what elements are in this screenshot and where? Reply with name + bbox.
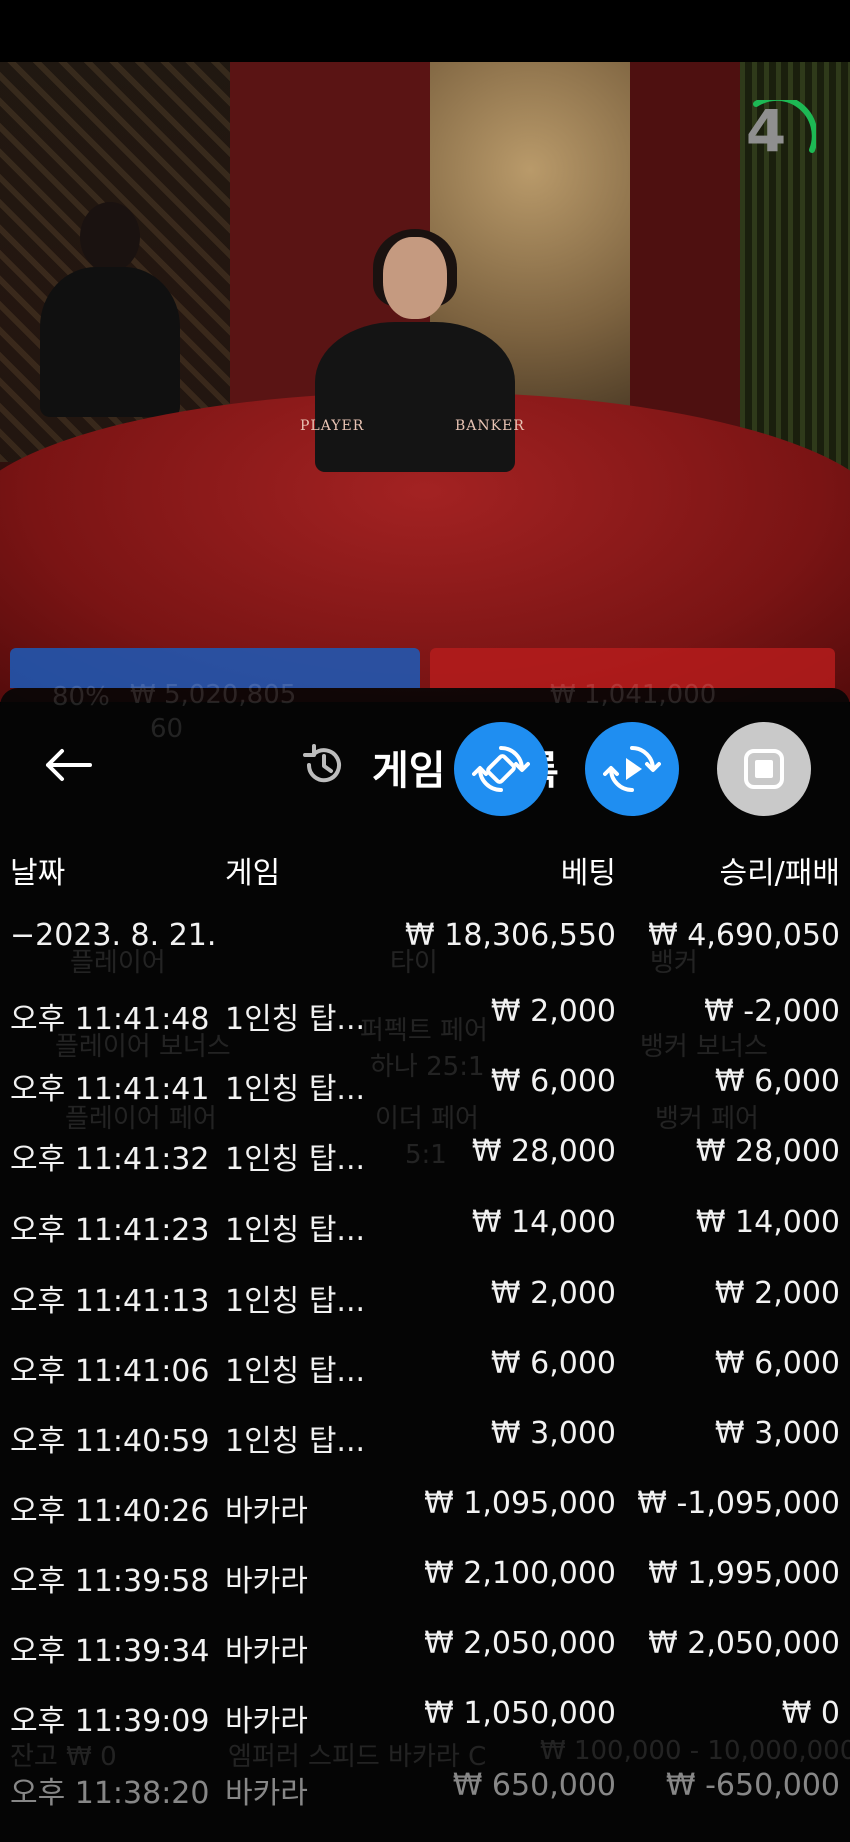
row-game: 1인칭 탑...: [225, 1213, 366, 1248]
replay-button[interactable]: [585, 722, 679, 816]
row-result: ₩ -2,000: [704, 994, 840, 1029]
row-bet: ₩ 1,050,000: [424, 1696, 616, 1731]
history-row[interactable]: 오후 11:38:20 바카라 ₩ 650,000 ₩ -650,000: [0, 1768, 850, 1838]
wall-panel-red-right: [630, 62, 750, 442]
summary-result: ₩ 4,690,050: [648, 918, 840, 953]
row-game: 바카라: [225, 1776, 308, 1811]
row-time: 오후 11:38:20: [10, 1776, 210, 1811]
ghost-player-stats: 80%: [52, 682, 110, 712]
row-time: 오후 11:40:26: [10, 1494, 210, 1529]
history-row[interactable]: 오후 11:41:41 1인칭 탑... ₩ 6,000 ₩ 6,000: [0, 1064, 850, 1134]
history-row[interactable]: 오후 11:41:48 1인칭 탑... ₩ 2,000 ₩ -2,000: [0, 994, 850, 1064]
countdown-number: 4: [745, 97, 787, 165]
header-game[interactable]: 게임: [225, 848, 280, 892]
row-bet: ₩ 6,000: [490, 1346, 616, 1381]
row-bet: ₩ 2,000: [490, 994, 616, 1029]
header-bet[interactable]: 베팅: [561, 848, 616, 892]
row-time: 오후 11:41:23: [10, 1213, 210, 1248]
row-game: 1인칭 탑...: [225, 1072, 366, 1107]
row-time: 오후 11:39:34: [10, 1634, 210, 1669]
table-label-player: PLAYER: [300, 418, 365, 434]
row-result: ₩ -650,000: [665, 1768, 840, 1803]
ghost-player-count: 60: [150, 714, 184, 744]
row-bet: ₩ 1,095,000: [424, 1486, 616, 1521]
table-label-banker: BANKER: [455, 418, 525, 434]
row-bet: ₩ 2,050,000: [424, 1626, 616, 1661]
history-row[interactable]: 오후 11:40:26 바카라 ₩ 1,095,000 ₩ -1,095,000: [0, 1486, 850, 1556]
row-result: ₩ 3,000: [714, 1416, 840, 1451]
row-bet: ₩ 6,000: [490, 1064, 616, 1099]
row-time: 오후 11:40:59: [10, 1424, 210, 1459]
row-result: ₩ 2,050,000: [648, 1626, 840, 1661]
row-bet: ₩ 2,100,000: [424, 1556, 616, 1591]
ghost-player-amount: ₩ 5,020,805: [130, 680, 297, 710]
row-bet: ₩ 14,000: [471, 1205, 616, 1240]
row-time: 오후 11:41:41: [10, 1072, 210, 1107]
ghost-banker-amount: ₩ 1,041,000: [550, 680, 717, 710]
history-row[interactable]: 오후 11:41:32 1인칭 탑... ₩ 28,000 ₩ 28,000: [0, 1134, 850, 1204]
row-result: ₩ -1,095,000: [637, 1486, 840, 1521]
row-bet: ₩ 28,000: [471, 1134, 616, 1169]
row-result: ₩ 2,000: [714, 1276, 840, 1311]
history-icon: [303, 744, 341, 783]
date-summary-row[interactable]: −2023. 8. 21. ₩ 18,306,550 ₩ 4,690,050: [0, 918, 850, 988]
row-bet: ₩ 3,000: [490, 1416, 616, 1451]
header-result[interactable]: 승리/패배: [719, 848, 840, 892]
row-game: 바카라: [225, 1564, 308, 1599]
row-game: 바카라: [225, 1634, 308, 1669]
row-time: 오후 11:41:06: [10, 1354, 210, 1389]
row-result: ₩ 1,995,000: [648, 1556, 840, 1591]
row-game: 1인칭 탑...: [225, 1424, 366, 1459]
live-video[interactable]: PLAYER BANKER: [0, 62, 850, 702]
row-bet: ₩ 650,000: [452, 1768, 616, 1803]
stop-icon: [744, 749, 784, 789]
row-result: ₩ 28,000: [695, 1134, 840, 1169]
history-row[interactable]: 오후 11:39:09 바카라 ₩ 1,050,000 ₩ 0: [0, 1696, 850, 1766]
summary-date[interactable]: −2023. 8. 21.: [10, 918, 216, 953]
dealer: [315, 229, 515, 477]
header-date[interactable]: 날짜: [10, 848, 65, 892]
rotate-button[interactable]: [454, 722, 548, 816]
history-row[interactable]: 오후 11:40:59 1인칭 탑... ₩ 3,000 ₩ 3,000: [0, 1416, 850, 1486]
row-time: 오후 11:39:58: [10, 1564, 210, 1599]
replay-icon: [603, 746, 661, 792]
row-result: ₩ 0: [781, 1696, 840, 1731]
row-time: 오후 11:41:32: [10, 1142, 210, 1177]
row-result: ₩ 14,000: [695, 1205, 840, 1240]
row-bet: ₩ 2,000: [490, 1276, 616, 1311]
row-game: 1인칭 탑...: [225, 1354, 366, 1389]
panel-title: 게임: [372, 748, 446, 794]
history-row[interactable]: 오후 11:39:34 바카라 ₩ 2,050,000 ₩ 2,050,000: [0, 1626, 850, 1696]
row-time: 오후 11:41:13: [10, 1284, 210, 1319]
rotate-icon: [472, 746, 530, 792]
row-time: 오후 11:41:48: [10, 1002, 210, 1037]
row-game: 1인칭 탑...: [225, 1284, 366, 1319]
row-result: ₩ 6,000: [714, 1346, 840, 1381]
history-row[interactable]: 오후 11:39:58 바카라 ₩ 2,100,000 ₩ 1,995,000: [0, 1556, 850, 1626]
stop-button[interactable]: [717, 722, 811, 816]
summary-bet: ₩ 18,306,550: [405, 918, 616, 953]
back-arrow-icon[interactable]: [40, 745, 96, 785]
history-row[interactable]: 오후 11:41:06 1인칭 탑... ₩ 6,000 ₩ 6,000: [0, 1346, 850, 1416]
background-dealer: [40, 202, 180, 422]
row-game: 바카라: [225, 1494, 308, 1529]
row-game: 바카라: [225, 1704, 308, 1739]
history-row[interactable]: 오후 11:41:23 1인칭 탑... ₩ 14,000 ₩ 14,000: [0, 1205, 850, 1275]
row-game: 1인칭 탑...: [225, 1002, 366, 1037]
row-result: ₩ 6,000: [714, 1064, 840, 1099]
history-row[interactable]: 오후 11:41:13 1인칭 탑... ₩ 2,000 ₩ 2,000: [0, 1276, 850, 1346]
row-time: 오후 11:39:09: [10, 1704, 210, 1739]
row-game: 1인칭 탑...: [225, 1142, 366, 1177]
